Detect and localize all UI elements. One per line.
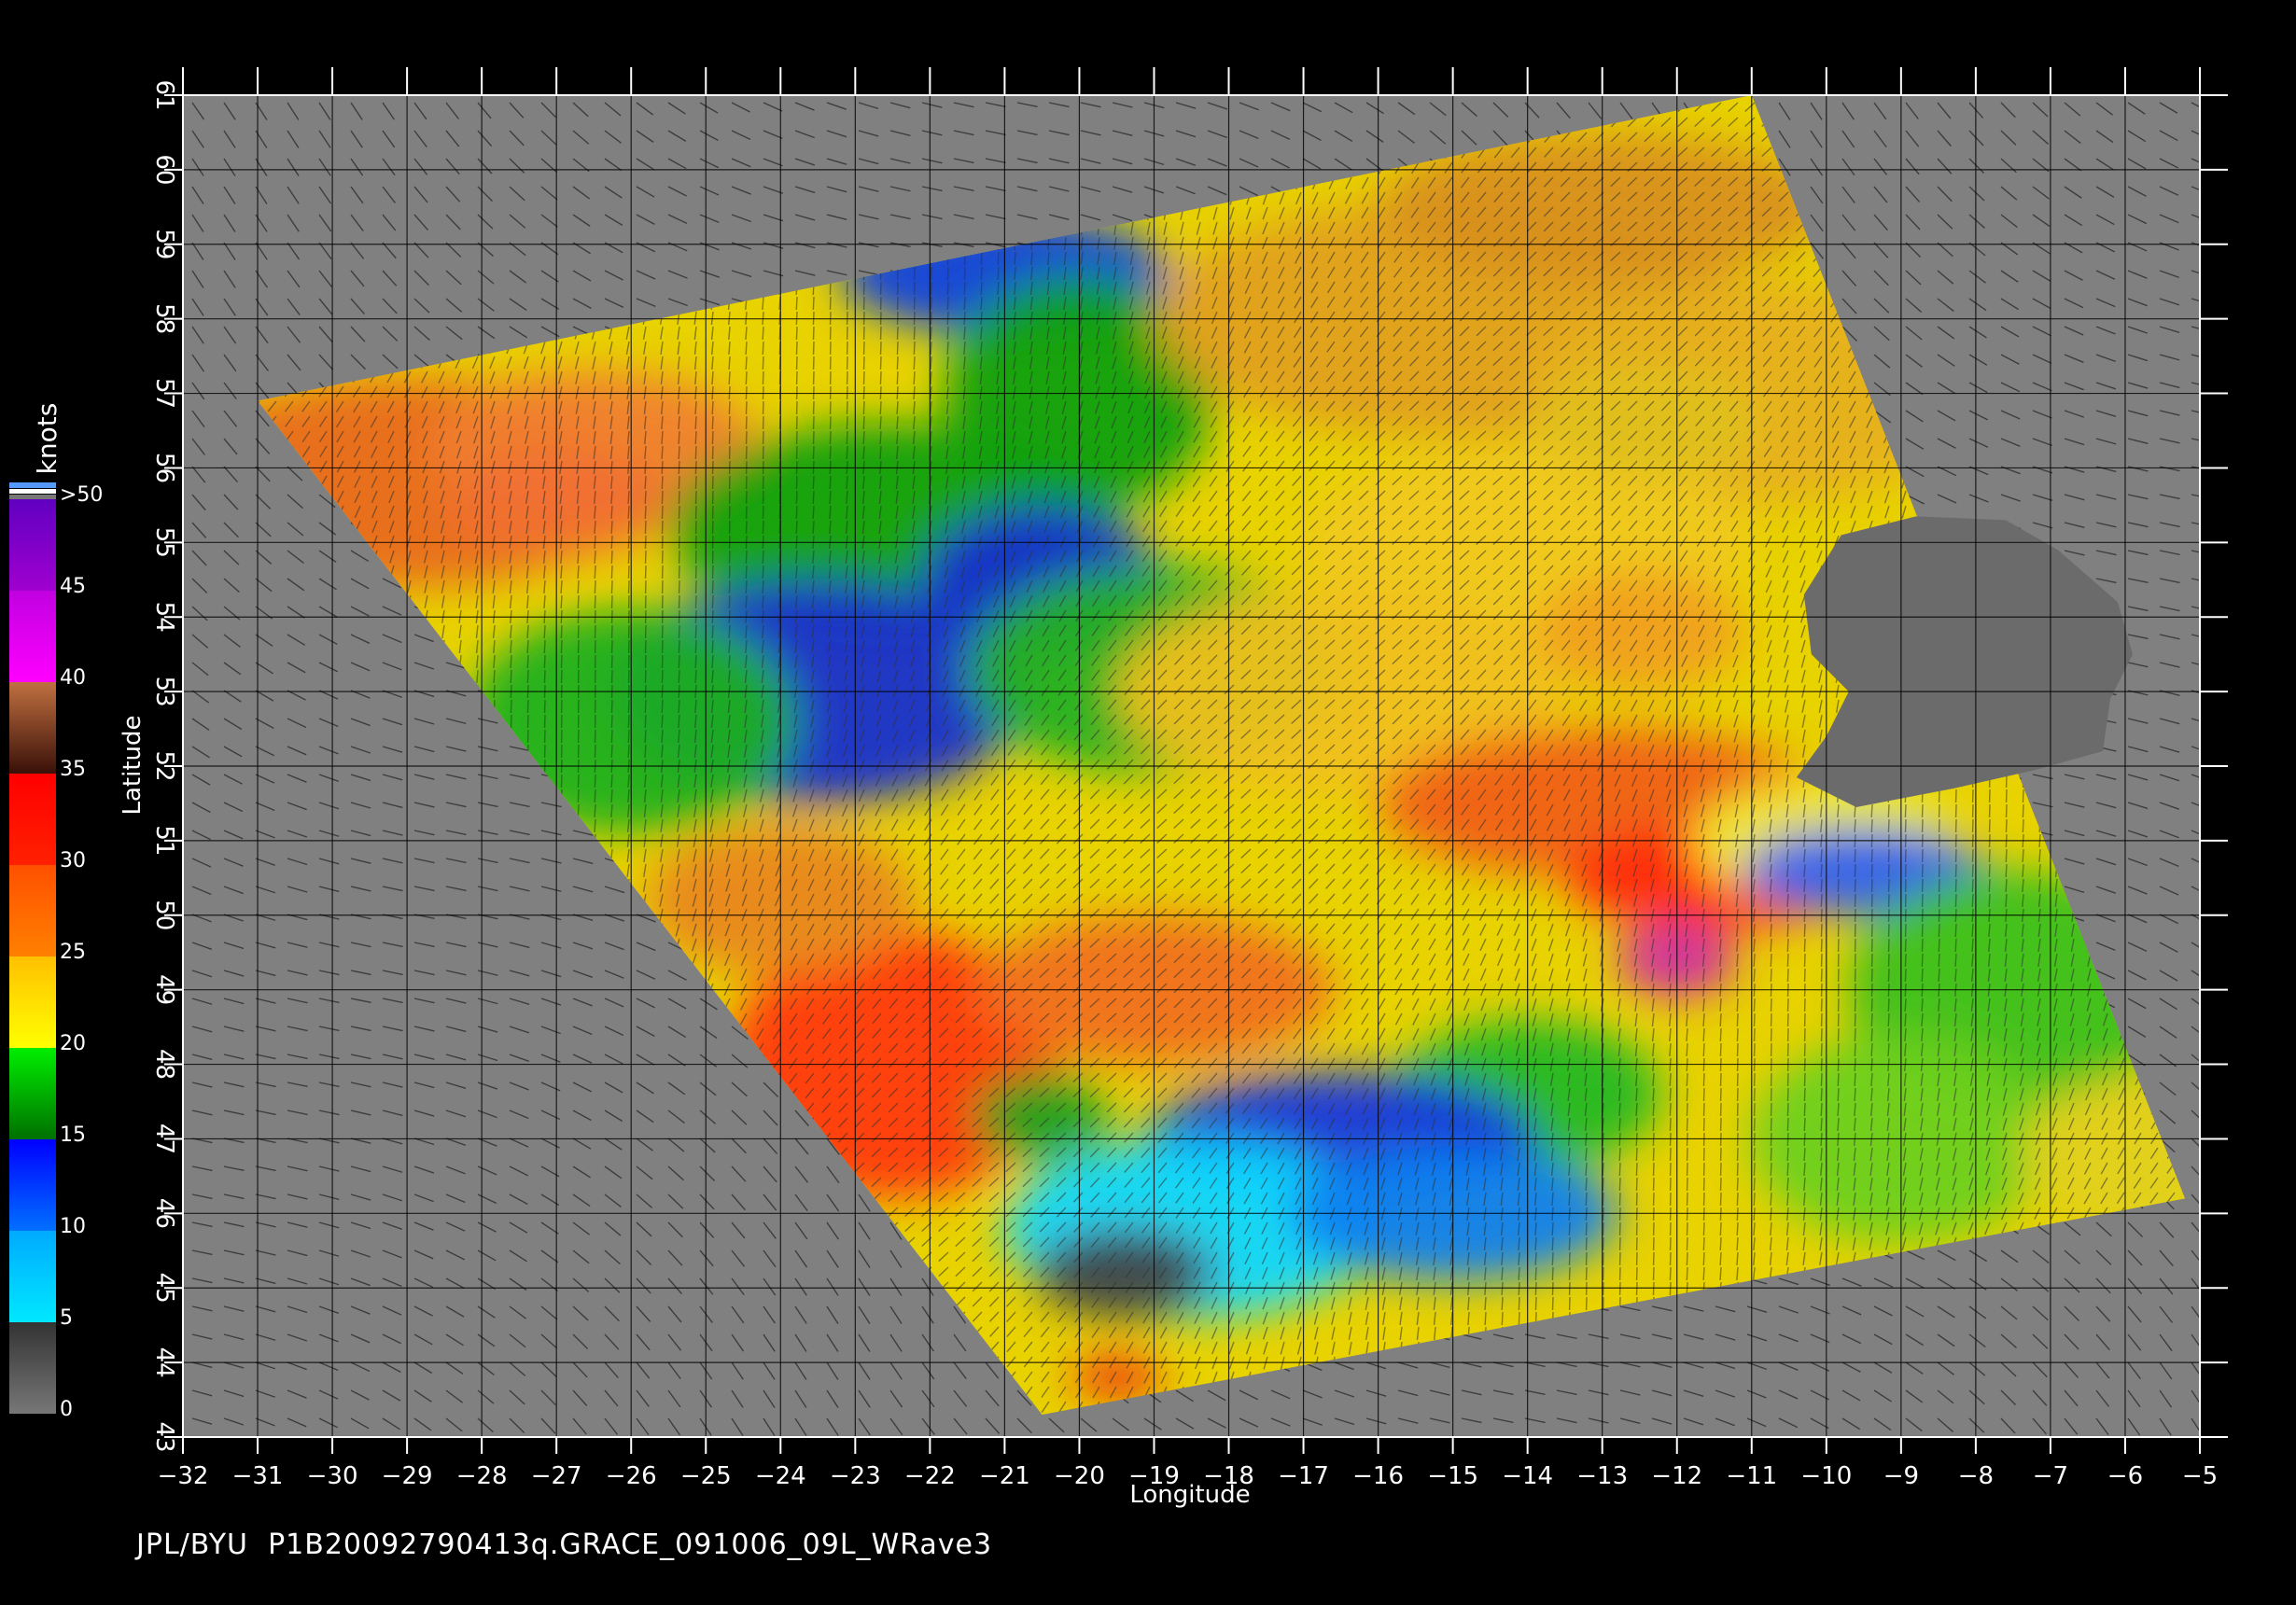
colorbar-band <box>9 956 56 1048</box>
x-tick-label: −20 <box>1054 1462 1105 1490</box>
y-axis-label: Latitude <box>119 715 147 815</box>
y-tick-label: 57 <box>150 378 178 409</box>
x-tick-label: −6 <box>2107 1462 2143 1490</box>
map-plot-area <box>182 94 2201 1438</box>
x-tick-label: −13 <box>1576 1462 1628 1490</box>
x-tick-label: −15 <box>1427 1462 1478 1490</box>
x-axis-label: Longitude <box>1129 1481 1250 1509</box>
y-tick-label: 45 <box>150 1273 178 1304</box>
y-tick-label: 56 <box>150 453 178 483</box>
x-tick-label: −14 <box>1502 1462 1553 1490</box>
y-tick-label: 55 <box>150 527 178 558</box>
colorbar-band <box>9 682 56 774</box>
y-tick-label: 59 <box>150 229 178 259</box>
x-tick-label: −26 <box>606 1462 657 1490</box>
colorbar-tick-label: 40 <box>60 666 86 690</box>
x-tick-label: −7 <box>2033 1462 2068 1490</box>
colorbar-band <box>9 865 56 956</box>
x-tick-label: −22 <box>904 1462 956 1490</box>
x-tick-label: −8 <box>1958 1462 1994 1490</box>
footer-credit: JPL/BYU P1B20092790413q.GRACE_091006_09L… <box>136 1528 992 1561</box>
colorbar-tick-label: 45 <box>60 575 86 598</box>
y-tick-label: 49 <box>150 974 178 1005</box>
wind-map-figure: −32 −31 −30 −29 −28 −27 −26 −25 −24 −23 −22 −21 −20 −… <box>9 67 2228 1509</box>
x-tick-label: −31 <box>232 1462 284 1490</box>
colorbar-band <box>9 591 56 682</box>
colorbar-tick-label: 25 <box>60 941 86 964</box>
y-tick-label: 53 <box>150 677 178 707</box>
y-tick-label: 43 <box>150 1421 178 1452</box>
y-tick-label: 44 <box>150 1347 178 1378</box>
y-tick-label: 46 <box>150 1198 178 1229</box>
x-tick-label: −17 <box>1278 1462 1329 1490</box>
filename-label: P1B20092790413q.GRACE_091006_09L_WRave3 <box>268 1528 993 1561</box>
y-tick-label: 47 <box>150 1124 178 1154</box>
colorbar-tick-label: 10 <box>60 1215 86 1238</box>
source-label: JPL/BYU <box>136 1528 248 1561</box>
x-tick-label: −24 <box>755 1462 806 1490</box>
x-tick-label: −28 <box>456 1462 508 1490</box>
colorbar-tick-label: 30 <box>60 849 86 872</box>
colorbar-tick-label: 35 <box>60 758 86 781</box>
y-tick-label: 50 <box>150 900 178 930</box>
x-tick-label: −11 <box>1726 1462 1777 1490</box>
x-tick-label: −30 <box>307 1462 358 1490</box>
colorbar-tick-label: 0 <box>60 1398 73 1421</box>
y-tick-label: 58 <box>150 303 178 334</box>
colorbar-unit-label: knots <box>32 403 63 475</box>
colorbar-band <box>9 1048 56 1139</box>
x-tick-label: −32 <box>158 1462 209 1490</box>
colorbar-tick-label: 15 <box>60 1124 86 1147</box>
colorbar-band <box>9 499 56 591</box>
colorbar-tick-label: 5 <box>60 1306 73 1330</box>
x-tick-label: −25 <box>680 1462 732 1490</box>
y-tick-label: 48 <box>150 1049 178 1080</box>
colorbar-band <box>9 1139 56 1231</box>
x-tick-label: −5 <box>2182 1462 2218 1490</box>
y-tick-label: 60 <box>150 154 178 185</box>
x-tick-label: −16 <box>1352 1462 1404 1490</box>
x-tick-label: −21 <box>979 1462 1030 1490</box>
x-tick-label: −27 <box>531 1462 582 1490</box>
x-tick-label: −12 <box>1651 1462 1702 1490</box>
x-tick-label: −23 <box>830 1462 881 1490</box>
x-tick-label: −10 <box>1800 1462 1852 1490</box>
wind-speed-colorbar: >50 45 40 35 30 25 20 15 10 5 0 <box>9 482 103 1421</box>
x-tick-label: −29 <box>382 1462 433 1490</box>
x-tick-label: −9 <box>1883 1462 1919 1490</box>
colorbar-tick-label: >50 <box>60 483 103 507</box>
colorbar-tick-label: 20 <box>60 1032 86 1055</box>
y-tick-label: 54 <box>150 602 178 633</box>
colorbar-band <box>9 774 56 865</box>
y-tick-label: 51 <box>150 825 178 856</box>
y-tick-label: 61 <box>150 79 178 110</box>
y-tick-label: 52 <box>150 750 178 781</box>
colorbar-band <box>9 1231 56 1322</box>
colorbar-band <box>9 1322 56 1414</box>
